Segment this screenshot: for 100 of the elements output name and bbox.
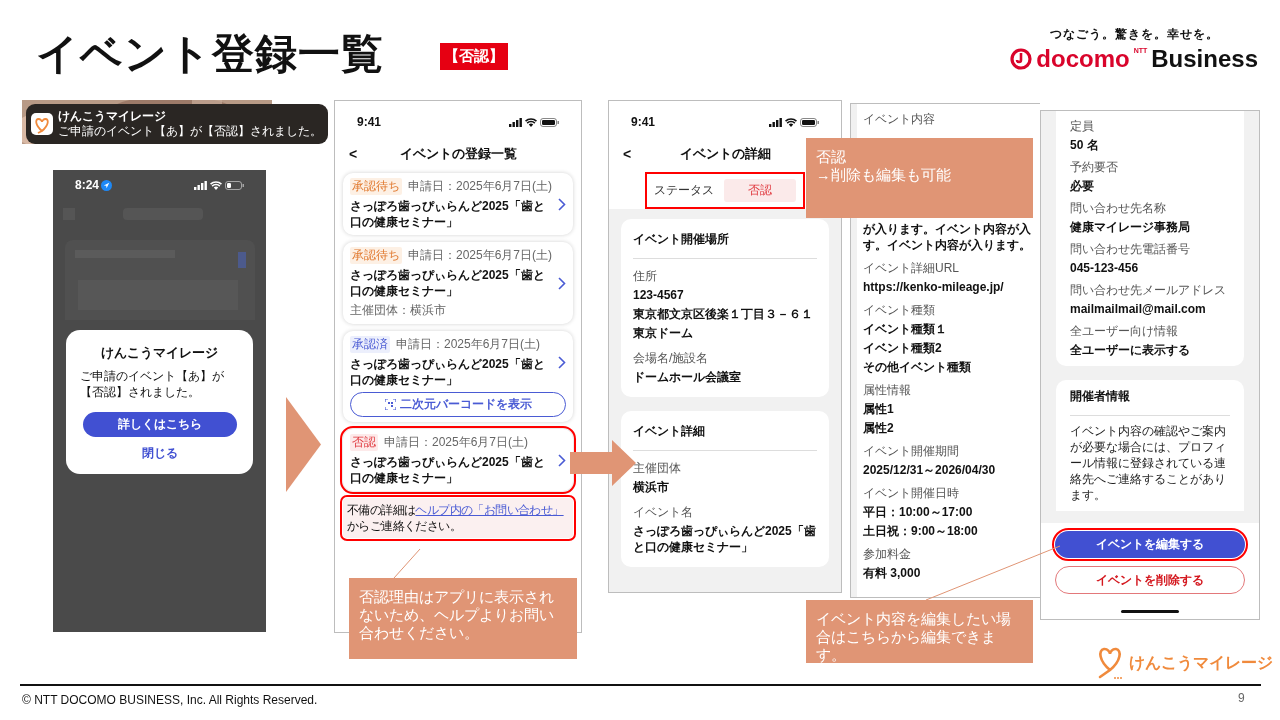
wifi-icon bbox=[785, 117, 797, 127]
home-indicator bbox=[1121, 610, 1179, 613]
field-label: イベント詳細URL bbox=[863, 261, 960, 276]
status-time: 9:41 bbox=[631, 115, 656, 129]
field-value: 横浜市 bbox=[633, 479, 670, 495]
chevron-right-icon bbox=[558, 355, 566, 369]
dialog-message: ご申請のイベント【あ】が【否認】されました。 bbox=[80, 368, 225, 400]
field-label: 会場名/施設名 bbox=[633, 351, 710, 366]
field-label: 定員 bbox=[1070, 119, 1095, 134]
organizer-text: イベント内容の確認やご案内が必要な場合には、プロフィール情報に登録されている連絡先へご連絡することがあります。 bbox=[1070, 423, 1227, 503]
status-tag: 承認待ち bbox=[350, 247, 402, 264]
field-value: 属性2 bbox=[863, 420, 895, 436]
event-card[interactable]: 承認待ち 申請日：2025年6月7日(土) さっぽろ歯っぴぃらんど2025「歯と口の健康セミナー」 主催団体：横浜市 bbox=[343, 242, 573, 324]
location-icon bbox=[101, 179, 113, 191]
event-card[interactable]: 承認済 申請日：2025年6月7日(土) さっぽろ歯っぴぃらんど2025「歯と口の健康セミナー」 二次元バーコードを表示 bbox=[343, 331, 573, 422]
field-value: 属性1 bbox=[863, 401, 895, 417]
slide-title: イベント登録一覧 bbox=[36, 29, 384, 79]
event-title: さっぽろ歯っぴぃらんど2025「歯と口の健康セミナー」 bbox=[350, 267, 546, 299]
event-title: さっぽろ歯っぴぃらんど2025「歯と口の健康セミナー」 bbox=[350, 198, 546, 230]
field-value: 健康マイレージ事務局 bbox=[1070, 219, 1191, 235]
field-value: 東京ドーム bbox=[633, 325, 694, 341]
chevron-right-icon bbox=[558, 197, 567, 211]
delete-event-button[interactable]: イベントを削除する bbox=[1055, 566, 1245, 594]
rejection-note: 不備の詳細はヘルプ内の「お問い合わせ」 からご連絡ください。 bbox=[343, 498, 573, 538]
event-card[interactable]: 承認待ち 申請日：2025年6月7日(土) さっぽろ歯っぴぃらんど2025「歯と口の健康セミナー」 bbox=[343, 173, 573, 235]
field-label: イベント名 bbox=[633, 505, 694, 520]
field-value: イベント種類１ bbox=[863, 321, 948, 337]
field-label: 住所 bbox=[633, 269, 658, 284]
back-button[interactable]: < bbox=[623, 146, 632, 162]
logo-word: Business bbox=[1151, 45, 1258, 73]
details-button[interactable]: 詳しくはこちら bbox=[82, 412, 237, 437]
field-value: ドームホール会議室 bbox=[633, 369, 742, 385]
field-value: 全ユーザーに表示する bbox=[1070, 342, 1191, 358]
help-link[interactable]: ヘルプ内の「お問い合わせ」 bbox=[415, 503, 564, 517]
section-heading: イベント詳細 bbox=[633, 423, 817, 451]
callout-text: イベント内容を編集したい場合はこちらから編集できます。 bbox=[816, 610, 1012, 664]
wifi-icon bbox=[210, 180, 222, 190]
field-value: mailmailmail@mail.com bbox=[1070, 301, 1207, 317]
app-logo-text: けんこうマイレージ bbox=[1129, 652, 1273, 674]
field-value: す。イベント内容が入ります。 bbox=[863, 237, 1031, 253]
qr-code-button[interactable]: 二次元バーコードを表示 bbox=[350, 392, 566, 417]
chevron-right-icon bbox=[558, 276, 567, 290]
status-tag: 承認済 bbox=[350, 336, 390, 353]
signal-icon bbox=[509, 117, 522, 127]
field-value: 123-4567 bbox=[633, 287, 685, 303]
back-button[interactable]: < bbox=[349, 146, 358, 162]
signal-icon bbox=[769, 117, 782, 127]
application-date: 申請日：2025年6月7日(土) bbox=[408, 247, 553, 264]
callout-text: 否認理由はアプリに表示されないため、ヘルプよりお問い合わせください。 bbox=[359, 588, 555, 642]
notification-app: けんこうマイレージ bbox=[58, 109, 167, 124]
field-value: 土日祝：9:00～18:00 bbox=[863, 523, 979, 539]
callout-text: →削除も編集も可能 bbox=[816, 166, 952, 184]
screen-title: イベントの登録一覧 bbox=[399, 146, 517, 161]
field-label: 全ユーザー向け情報 bbox=[1070, 324, 1179, 339]
organizer-text: 主催団体：横浜市 bbox=[350, 302, 447, 319]
ring-icon bbox=[1010, 48, 1033, 70]
edit-event-button[interactable]: イベントを編集する bbox=[1055, 531, 1245, 558]
chevron-right-icon bbox=[558, 453, 566, 467]
status-tag: 否認 bbox=[350, 434, 378, 451]
dialog-title: けんこうマイレージ bbox=[101, 344, 218, 362]
logo-tagline: つなごう。驚きを。幸せを。 bbox=[1049, 26, 1219, 43]
status-time: 8:24 bbox=[75, 178, 100, 192]
section-heading: イベント開催場所 bbox=[633, 231, 817, 259]
battery-icon bbox=[800, 117, 819, 127]
qr-icon bbox=[384, 399, 396, 410]
field-label: イベント種類 bbox=[863, 303, 936, 318]
field-label: イベント開催期間 bbox=[863, 444, 960, 459]
field-value: その他イベント種類 bbox=[863, 359, 972, 375]
field-value: 2025/12/31～2026/04/30 bbox=[863, 462, 997, 478]
field-value: 必要 bbox=[1070, 178, 1095, 194]
application-date: 申請日：2025年6月7日(土) bbox=[384, 434, 529, 451]
signal-icon bbox=[194, 180, 207, 190]
wifi-icon bbox=[525, 117, 537, 127]
page-number: 9 bbox=[1238, 691, 1245, 705]
field-value: 平日：10:00～17:00 bbox=[863, 504, 974, 520]
status-tag: 承認待ち bbox=[350, 178, 402, 195]
field-value: 50 名 bbox=[1070, 137, 1100, 153]
battery-icon bbox=[225, 180, 244, 190]
section-heading: 開催者情報 bbox=[1070, 388, 1230, 416]
status-label: 【否認】 bbox=[440, 43, 508, 70]
field-label: イベント内容 bbox=[863, 112, 936, 127]
field-value: 有料 3,000 bbox=[863, 565, 922, 581]
field-label: 予約要否 bbox=[1070, 160, 1119, 175]
field-value: 東京都文京区後楽１丁目３－６１ bbox=[633, 306, 814, 322]
field-label: 問い合わせ先メールアドレス bbox=[1070, 283, 1227, 298]
status-label: ステータス bbox=[654, 181, 714, 199]
field-label: 主催団体 bbox=[633, 461, 682, 476]
field-value: https://kenko-mileage.jp/ bbox=[863, 279, 1005, 295]
battery-icon bbox=[540, 117, 559, 127]
field-label: 問い合わせ先電話番号 bbox=[1070, 242, 1191, 257]
event-card[interactable]: 否認 申請日：2025年6月7日(土) さっぽろ歯っぴぃらんど2025「歯と口の健康セミナー」 bbox=[343, 429, 573, 491]
notification-message: ご申請のイベント【あ】が【否認】されました。 bbox=[58, 124, 322, 139]
status-time: 9:41 bbox=[357, 115, 382, 129]
close-link[interactable]: 閉じる bbox=[141, 445, 178, 462]
field-value: さっぽろ歯っぴぃらんど2025「歯と口の健康セミナー」 bbox=[633, 523, 817, 555]
field-label: 属性情報 bbox=[863, 383, 912, 398]
event-title: さっぽろ歯っぴぃらんど2025「歯と口の健康セミナー」 bbox=[350, 454, 546, 486]
application-date: 申請日：2025年6月7日(土) bbox=[396, 336, 541, 353]
field-value: 045-123-456 bbox=[1070, 260, 1140, 276]
logo-brand: docomo bbox=[1036, 45, 1130, 73]
